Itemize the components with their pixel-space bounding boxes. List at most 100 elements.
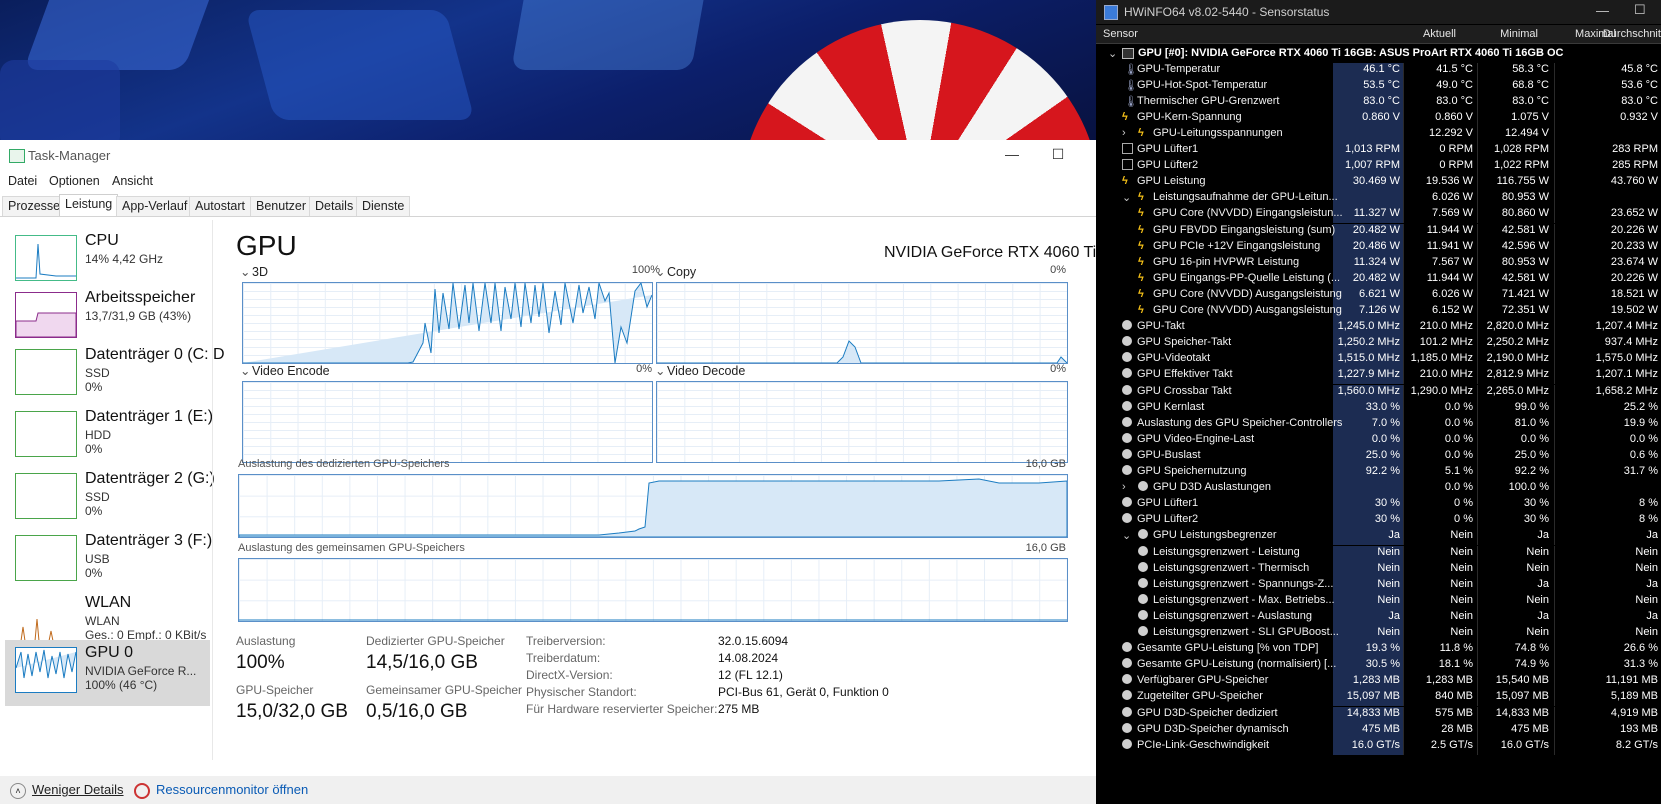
sensor-row[interactable]: PCIe-Link-Geschwindigkeit 16.0 GT/s 2.5 GT… bbox=[1096, 737, 1661, 755]
sensor-max: 25.0 % bbox=[1514, 448, 1549, 461]
menu-datei[interactable]: Datei bbox=[8, 174, 37, 188]
sensor-max: 30 % bbox=[1523, 497, 1549, 510]
panel-video-decode-label[interactable]: ⌄ Video Decode bbox=[655, 363, 745, 378]
panel-video-encode-percent: 0% bbox=[636, 363, 652, 375]
sensor-row[interactable]: 🌡 GPU-Temperatur 46.1 °C 41.5 °C 58.3 °C 45.8… bbox=[1096, 61, 1661, 79]
sensor-row[interactable]: Leistungsgrenzwert - SLI GPUBoost... Nein… bbox=[1096, 625, 1661, 642]
col-average[interactable]: Durchschnitt bbox=[1566, 28, 1661, 40]
sensor-row[interactable]: Verfügbarer GPU-Speicher 1,283 MB 1,283 MB… bbox=[1096, 673, 1661, 691]
sensor-row[interactable]: Auslastung des GPU Speicher-Controllers 7… bbox=[1096, 415, 1661, 433]
chevron-down-icon[interactable]: ⌄ bbox=[1122, 529, 1131, 542]
sensor-row[interactable]: ϟ GPU PCIe +12V Eingangsleistung 20.486 W 1… bbox=[1096, 238, 1661, 256]
sensor-row[interactable]: GPU Lüfter2 1,007 RPM 0 RPM 1,022 RPM 285 RP… bbox=[1096, 158, 1661, 176]
resource-monitor-link[interactable]: Ressourcenmonitor öffnen bbox=[134, 782, 308, 799]
sensor-row[interactable]: ϟ GPU Core (NVVDD) Eingangsleistun... 11.3… bbox=[1096, 206, 1661, 224]
sensor-row[interactable]: Zugeteilter GPU-Speicher 15,097 MB 840 MB 1… bbox=[1096, 689, 1661, 707]
sensor-name: Leistungsgrenzwert - Leistung bbox=[1153, 545, 1300, 558]
sensor-row[interactable]: ϟ GPU 16-pin HVPWR Leistung 11.324 W 7.567 … bbox=[1096, 254, 1661, 272]
sensor-row[interactable]: ϟ GPU Eingangs-PP-Quelle Leistung (... 20.… bbox=[1096, 270, 1661, 288]
menu-ansicht[interactable]: Ansicht bbox=[112, 174, 153, 188]
sidebar-item-gpu0[interactable]: GPU 0 NVIDIA GeForce R... 100% (46 °C) bbox=[5, 640, 210, 706]
sidebar-item-disk0[interactable]: Datenträger 0 (C: D SSD 0% bbox=[5, 342, 225, 408]
sensor-current: 475 MB bbox=[1362, 722, 1400, 735]
col-min[interactable]: Minimal bbox=[1468, 28, 1538, 40]
sensor-row[interactable]: GPU Speichernutzung 92.2 % 5.1 % 92.2 % 31.7… bbox=[1096, 464, 1661, 481]
sensor-row[interactable]: GPU D3D-Speicher dynamisch 475 MB 28 MB 475… bbox=[1096, 721, 1661, 739]
sensor-row[interactable]: ⌄ GPU Leistungsbegrenzer Ja Nein Ja Ja bbox=[1096, 528, 1661, 546]
sensor-row[interactable]: ϟ GPU Core (NVVDD) Ausgangsleistung 7.126 … bbox=[1096, 303, 1661, 320]
sensor-row[interactable]: ϟ GPU Leistung 30.469 W 19.536 W 116.755 W 43… bbox=[1096, 174, 1661, 192]
minimize-button[interactable]: — bbox=[997, 146, 1027, 162]
sensor-row[interactable]: › GPU D3D Auslastungen 0.0 % 100.0 % bbox=[1096, 480, 1661, 498]
sensor-row[interactable]: ϟ GPU Core (NVVDD) Ausgangsleistung 6.621 … bbox=[1096, 286, 1661, 304]
sensor-average: 20.226 W bbox=[1610, 223, 1658, 236]
tab-app-verlauf[interactable]: App-Verlauf bbox=[116, 196, 194, 216]
sensor-min: 0 % bbox=[1454, 513, 1473, 526]
sensor-average: 1,658.2 MHz bbox=[1595, 384, 1658, 397]
tab-leistung[interactable]: Leistung bbox=[59, 194, 119, 216]
sensor-row[interactable]: Leistungsgrenzwert - Max. Betriebs... Nei… bbox=[1096, 592, 1661, 610]
sensor-row[interactable]: Leistungsgrenzwert - Leistung Nein Nein Nei… bbox=[1096, 544, 1661, 562]
sensor-row[interactable]: Leistungsgrenzwert - Thermisch Nein Nein Ne… bbox=[1096, 560, 1661, 578]
sensor-row[interactable]: › ϟ GPU-Leitungsspannungen 12.292 V 12.494 V bbox=[1096, 125, 1661, 143]
chevron-right-icon[interactable]: › bbox=[1122, 127, 1126, 139]
sensor-max: 80.953 W bbox=[1501, 191, 1549, 204]
sensor-row[interactable]: Leistungsgrenzwert - Auslastung Ja Nein Ja J… bbox=[1096, 608, 1661, 626]
sensor-row[interactable]: GPU Speicher-Takt 1,250.2 MHz 101.2 MHz 2,2… bbox=[1096, 335, 1661, 353]
maximize-button[interactable]: ☐ bbox=[1043, 146, 1073, 163]
sensor-row[interactable]: ⌄ ϟ Leistungsaufnahme der GPU-Leitun... 6.0… bbox=[1096, 190, 1661, 208]
sensor-row[interactable]: GPU Crossbar Takt 1,560.0 MHz 1,290.0 MHz 2… bbox=[1096, 383, 1661, 401]
sensor-row[interactable]: GPU-Buslast 25.0 % 0.0 % 25.0 % 0.6 % bbox=[1096, 447, 1661, 465]
tab-dienste[interactable]: Dienste bbox=[356, 196, 411, 216]
sensor-row[interactable]: GPU Lüfter1 1,013 RPM 0 RPM 1,028 RPM 283 RP… bbox=[1096, 142, 1661, 159]
panel-copy-label[interactable]: ⌄ Copy bbox=[655, 264, 696, 279]
tab-details[interactable]: Details bbox=[309, 196, 360, 216]
tab-benutzer[interactable]: Benutzer bbox=[250, 196, 313, 216]
sensor-row[interactable]: Gesamte GPU-Leistung [% von TDP] 19.3 % 11… bbox=[1096, 641, 1661, 659]
sensor-row[interactable]: GPU Video-Engine-Last 0.0 % 0.0 % 0.0 % 0.0 … bbox=[1096, 431, 1661, 449]
sensor-row[interactable]: GPU Lüfter1 30 % 0 % 30 % 8 % bbox=[1096, 496, 1661, 514]
sensor-min: 0.0 % bbox=[1444, 432, 1473, 445]
current-highlight bbox=[1333, 191, 1403, 208]
panel-3d-label[interactable]: ⌄ 3D bbox=[240, 264, 268, 279]
menu-optionen[interactable]: Optionen bbox=[49, 174, 100, 188]
clock-icon bbox=[1122, 384, 1132, 395]
sensor-row[interactable]: GPU Lüfter2 30 % 0 % 30 % 8 % bbox=[1096, 512, 1661, 530]
sensor-max: 0.0 % bbox=[1520, 432, 1549, 445]
tab-prozesse[interactable]: Prozesse bbox=[2, 196, 67, 216]
sensor-row[interactable]: GPU D3D-Speicher dediziert 14,833 MB 575 M… bbox=[1096, 705, 1661, 723]
sensor-row[interactable]: GPU-Videotakt 1,515.0 MHz 1,185.0 MHz 2,190… bbox=[1096, 351, 1661, 369]
sensor-min: Nein bbox=[1450, 593, 1473, 606]
maximize-button[interactable]: ☐ bbox=[1634, 2, 1646, 18]
col-sensor[interactable]: Sensor bbox=[1103, 28, 1138, 40]
sidebar-item-disk3[interactable]: Datenträger 3 (F:) USB 0% bbox=[5, 528, 212, 594]
sensor-row[interactable]: ϟ GPU FBVDD Eingangsleistung (sum) 20.482 … bbox=[1096, 222, 1661, 240]
panel-video-encode-label[interactable]: ⌄ Video Encode bbox=[240, 363, 330, 378]
sensor-row[interactable]: GPU Effektiver Takt 1,227.9 MHz 210.0 MHz 2… bbox=[1096, 367, 1661, 385]
col-current[interactable]: Aktuell bbox=[1366, 28, 1456, 40]
gpu-thumbnail-graph bbox=[15, 647, 77, 693]
sensor-row[interactable]: Gesamte GPU-Leistung (normalisiert) [...… bbox=[1096, 657, 1661, 675]
sidebar-item-disk2[interactable]: Datenträger 2 (G:) SSD 0% bbox=[5, 466, 215, 532]
sensor-row[interactable]: 🌡 Thermischer GPU-Grenzwert 83.0 °C 83.0 °C… bbox=[1096, 93, 1661, 111]
sensor-row[interactable]: GPU Kernlast 33.0 % 0.0 % 99.0 % 25.2 % bbox=[1096, 399, 1661, 417]
chevron-down-icon[interactable]: ⌄ bbox=[1122, 191, 1131, 204]
tab-autostart[interactable]: Autostart bbox=[189, 196, 252, 216]
info-label: Physischer Standort: bbox=[526, 685, 637, 699]
sensor-average: 31.3 % bbox=[1623, 658, 1658, 671]
sensor-current: 7.126 W bbox=[1359, 304, 1400, 316]
less-details-link[interactable]: ˄ Weniger Details bbox=[10, 782, 124, 799]
sensor-row[interactable]: GPU-Takt 1,245.0 MHz 210.0 MHz 2,820.0 MHz 1… bbox=[1096, 319, 1661, 337]
sensor-row[interactable]: ϟ GPU-Kern-Spannung 0.860 V 0.860 V 1.075 V 0… bbox=[1096, 109, 1661, 127]
sensor-min: Nein bbox=[1450, 561, 1473, 574]
minimize-button[interactable]: — bbox=[1596, 3, 1609, 18]
title-bar: HWiNFO64 v8.02-5440 - Sensorstatus — ☐ bbox=[1096, 0, 1661, 24]
sensor-max: 2,250.2 MHz bbox=[1486, 336, 1549, 349]
graph-video-decode bbox=[656, 381, 1068, 463]
sidebar-item-disk1[interactable]: Datenträger 1 (E:) HDD 0% bbox=[5, 404, 213, 470]
sensor-row[interactable]: 🌡 GPU-Hot-Spot-Temperatur 53.5 °C 49.0 °C 68… bbox=[1096, 77, 1661, 95]
sensor-group-row[interactable]: ⌄ GPU [#0]: NVIDIA GeForce RTX 4060 Ti 1… bbox=[1096, 45, 1661, 61]
chevron-right-icon[interactable]: › bbox=[1122, 481, 1126, 493]
sensor-row[interactable]: Leistungsgrenzwert - Spannungs-Z... Nein N… bbox=[1096, 576, 1661, 594]
sensor-average: 53.6 °C bbox=[1621, 78, 1658, 91]
